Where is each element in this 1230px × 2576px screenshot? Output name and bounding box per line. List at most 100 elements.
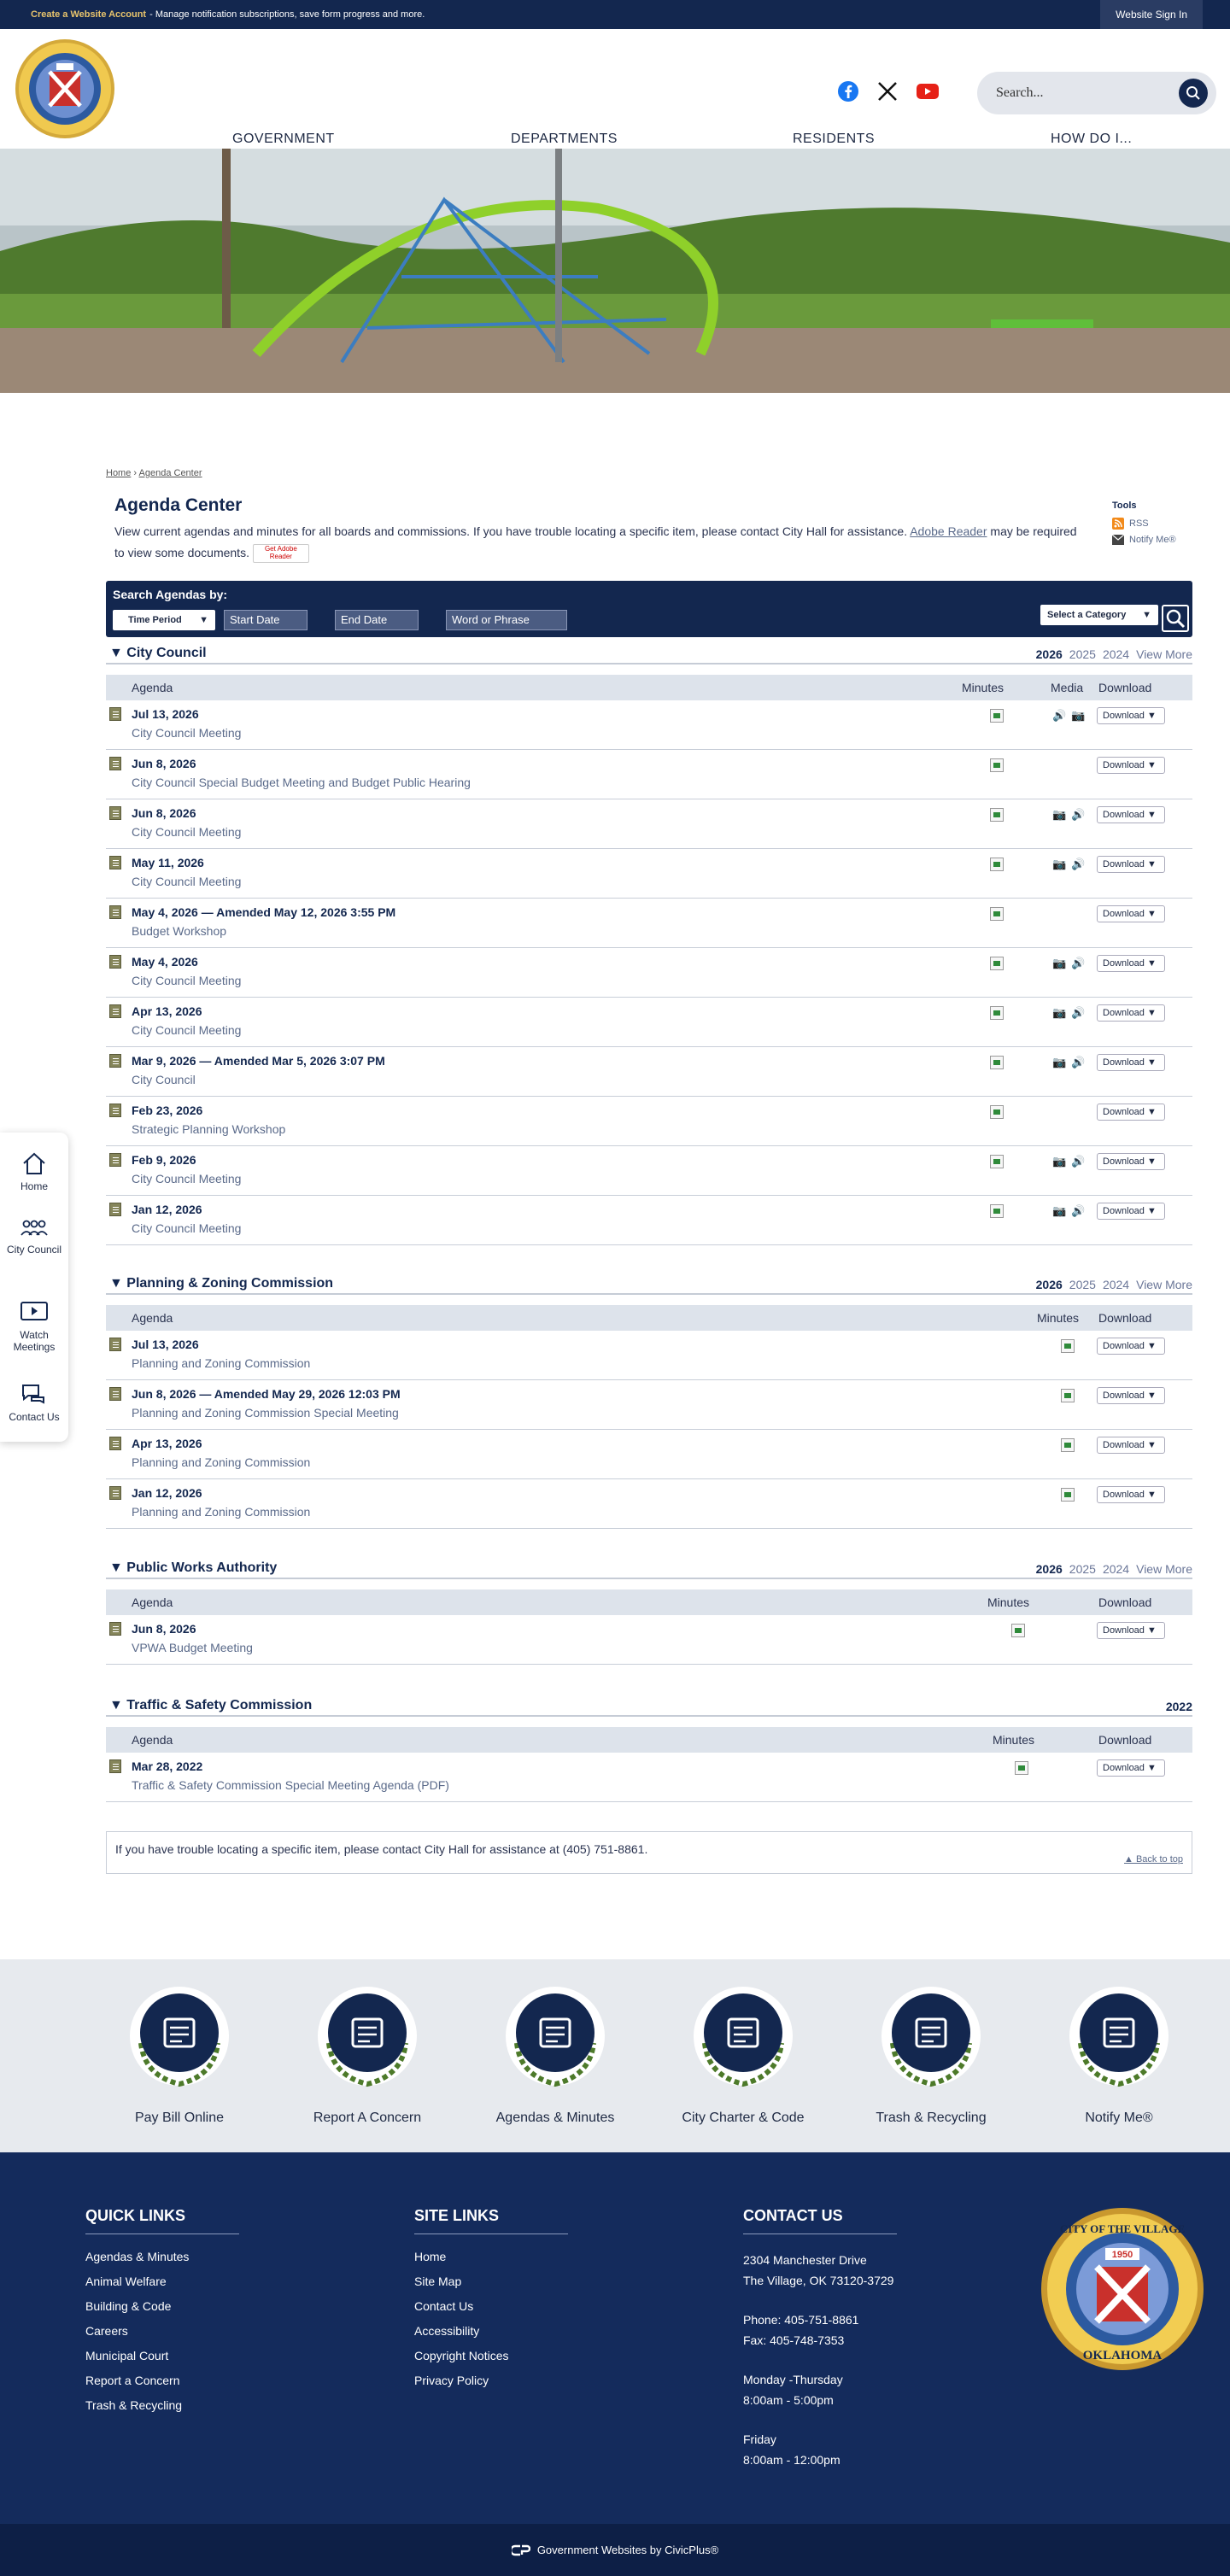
agenda-date-link[interactable]: Jun 8, 2026	[132, 757, 196, 770]
agenda-date-link[interactable]: Apr 13, 2026	[132, 1437, 202, 1450]
year-filter[interactable]: 2026	[1036, 1278, 1063, 1291]
start-date-field[interactable]: Start Date	[224, 610, 308, 630]
sign-in-button[interactable]: Website Sign In	[1100, 0, 1203, 29]
view-more-link[interactable]: View More	[1136, 1278, 1192, 1291]
collapse-triangle-icon[interactable]: ▼	[109, 646, 126, 660]
minutes-document-icon[interactable]	[1015, 1761, 1028, 1775]
agenda-document-icon[interactable]	[109, 1387, 121, 1401]
view-more-link[interactable]: View More	[1136, 647, 1192, 661]
minutes-document-icon[interactable]	[990, 1155, 1004, 1168]
view-more-link[interactable]: View More	[1136, 1562, 1192, 1576]
agenda-document-icon[interactable]	[109, 856, 121, 869]
video-icon[interactable]: 📷	[1052, 1006, 1066, 1020]
agenda-date-link[interactable]: Apr 13, 2026	[132, 1004, 202, 1018]
category-select[interactable]: Select a Category ▼	[1040, 605, 1158, 625]
year-filter[interactable]: 2026	[1036, 647, 1063, 661]
quick-link-tile[interactable]: Notify Me®	[1042, 1983, 1196, 2126]
year-filter[interactable]: 2026	[1036, 1562, 1063, 1576]
year-filter[interactable]: 2024	[1103, 647, 1129, 661]
footer-site-link[interactable]: Contact Us	[414, 2299, 568, 2313]
footer-site-link[interactable]: Home	[414, 2250, 568, 2263]
year-filter[interactable]: 2025	[1069, 647, 1096, 661]
download-dropdown[interactable]: Download ▼	[1097, 1486, 1165, 1503]
site-search[interactable]: Search...	[977, 72, 1216, 114]
agenda-document-icon[interactable]	[109, 955, 121, 969]
minutes-document-icon[interactable]	[990, 858, 1004, 871]
agenda-date-link[interactable]: Jun 8, 2026 — Amended May 29, 2026 12:03…	[132, 1387, 401, 1401]
agenda-document-icon[interactable]	[109, 1759, 121, 1773]
section-header[interactable]: ▼ Planning & Zoning Commission 2026 2025 2…	[106, 1276, 1192, 1295]
footer-quick-link[interactable]: Careers	[85, 2324, 239, 2338]
footer-site-link[interactable]: Accessibility	[414, 2324, 568, 2338]
section-header[interactable]: ▼ Public Works Authority 2026 2025 2024 Vie…	[106, 1560, 1192, 1579]
collapse-triangle-icon[interactable]: ▼	[109, 1698, 126, 1712]
agenda-document-icon[interactable]	[109, 1437, 121, 1450]
agenda-date-link[interactable]: Feb 23, 2026	[132, 1104, 202, 1117]
download-dropdown[interactable]: Download ▼	[1097, 757, 1165, 774]
video-icon[interactable]: 📷	[1052, 957, 1066, 970]
adobe-reader-link[interactable]: Adobe Reader	[910, 524, 987, 538]
footer-quick-link[interactable]: Report a Concern	[85, 2374, 239, 2387]
side-city-council[interactable]: City Council	[0, 1218, 68, 1256]
adobe-reader-badge[interactable]: Get Adobe Reader	[252, 544, 309, 564]
download-dropdown[interactable]: Download ▼	[1097, 1437, 1165, 1454]
quick-link-tile[interactable]: Report A Concern	[290, 1983, 444, 2126]
footer-quick-link[interactable]: Municipal Court	[85, 2349, 239, 2362]
agenda-document-icon[interactable]	[109, 905, 121, 919]
download-dropdown[interactable]: Download ▼	[1097, 856, 1165, 873]
minutes-document-icon[interactable]	[990, 1105, 1004, 1119]
footer-site-link[interactable]: Privacy Policy	[414, 2374, 568, 2387]
agenda-document-icon[interactable]	[109, 806, 121, 820]
notify-me-link[interactable]: Notify Me®	[1112, 535, 1176, 545]
quick-link-tile[interactable]: Agendas & Minutes	[478, 1983, 632, 2126]
footer-site-link[interactable]: Copyright Notices	[414, 2349, 568, 2362]
agenda-document-icon[interactable]	[109, 1203, 121, 1216]
video-icon[interactable]: 📷	[1071, 709, 1085, 723]
agenda-date-link[interactable]: Mar 28, 2022	[132, 1759, 202, 1773]
youtube-icon[interactable]	[916, 82, 940, 101]
audio-icon[interactable]: 🔊	[1071, 1155, 1085, 1168]
download-dropdown[interactable]: Download ▼	[1097, 1759, 1165, 1777]
audio-icon[interactable]: 🔊	[1071, 1204, 1085, 1218]
collapse-triangle-icon[interactable]: ▼	[109, 1560, 126, 1575]
agenda-date-link[interactable]: Jul 13, 2026	[132, 1338, 199, 1351]
video-icon[interactable]: 📷	[1052, 1056, 1066, 1069]
time-period-select[interactable]: Time Period ▼	[113, 610, 215, 630]
video-icon[interactable]: 📷	[1052, 808, 1066, 822]
year-filter[interactable]: 2024	[1103, 1562, 1129, 1576]
quick-link-tile[interactable]: City Charter & Code	[666, 1983, 820, 2126]
download-dropdown[interactable]: Download ▼	[1097, 1622, 1165, 1639]
x-twitter-icon[interactable]	[876, 80, 899, 102]
footer-quick-link[interactable]: Trash & Recycling	[85, 2398, 239, 2412]
civicplus-logo-icon[interactable]	[511, 2544, 530, 2556]
end-date-field[interactable]: End Date	[335, 610, 419, 630]
minutes-document-icon[interactable]	[990, 957, 1004, 970]
agenda-document-icon[interactable]	[109, 1004, 121, 1018]
facebook-icon[interactable]	[837, 80, 859, 102]
back-to-top-link[interactable]: ▲ Back to top	[1124, 1854, 1183, 1865]
download-dropdown[interactable]: Download ▼	[1097, 707, 1165, 724]
create-account-link[interactable]: Create a Website Account	[31, 9, 146, 20]
audio-icon[interactable]: 🔊	[1071, 1056, 1085, 1069]
minutes-document-icon[interactable]	[990, 907, 1004, 921]
agenda-date-link[interactable]: Jul 13, 2026	[132, 707, 199, 721]
rss-link[interactable]: RSS	[1112, 518, 1176, 530]
minutes-document-icon[interactable]	[1011, 1624, 1025, 1637]
city-seal-logo[interactable]	[14, 38, 116, 140]
minutes-document-icon[interactable]	[990, 808, 1004, 822]
footer-quick-link[interactable]: Agendas & Minutes	[85, 2250, 239, 2263]
agenda-document-icon[interactable]	[109, 1153, 121, 1167]
breadcrumb-home[interactable]: Home	[106, 468, 131, 478]
minutes-document-icon[interactable]	[1061, 1389, 1075, 1402]
side-home[interactable]: Home	[0, 1151, 68, 1192]
agenda-date-link[interactable]: May 4, 2026	[132, 955, 198, 969]
section-header[interactable]: ▼ City Council 2026 2025 2024 View More	[106, 646, 1192, 664]
download-dropdown[interactable]: Download ▼	[1097, 806, 1165, 823]
minutes-document-icon[interactable]	[1061, 1438, 1075, 1452]
agenda-date-link[interactable]: May 4, 2026 — Amended May 12, 2026 3:55 …	[132, 905, 395, 919]
audio-icon[interactable]: 🔊	[1052, 709, 1066, 723]
collapse-triangle-icon[interactable]: ▼	[109, 1276, 126, 1291]
minutes-document-icon[interactable]	[1061, 1488, 1075, 1502]
audio-icon[interactable]: 🔊	[1071, 1006, 1085, 1020]
agenda-date-link[interactable]: Jan 12, 2026	[132, 1203, 202, 1216]
